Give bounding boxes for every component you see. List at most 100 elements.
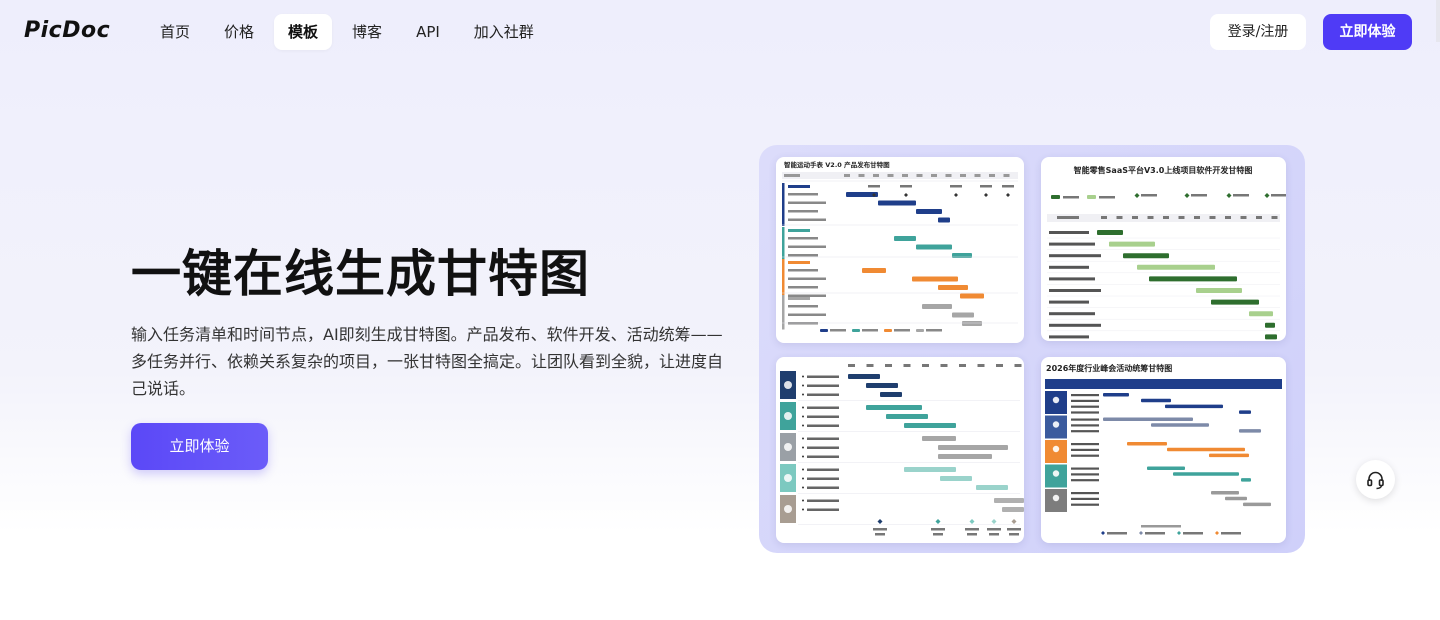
text-placeholder <box>989 533 999 536</box>
template-card-title: 智能运动手表 V2.0 产品发布甘特图 <box>784 160 890 169</box>
gantt-bar <box>938 217 950 223</box>
gantt-bar <box>894 236 916 241</box>
login-button[interactable]: 登录/注册 <box>1210 14 1306 50</box>
bullet <box>802 446 804 449</box>
text-placeholder <box>1141 525 1181 528</box>
gantt-bar <box>1239 410 1251 414</box>
text-placeholder <box>1209 216 1216 219</box>
gantt-bar <box>916 209 942 214</box>
bullet <box>802 437 804 440</box>
text-placeholder <box>996 364 1003 367</box>
text-placeholder <box>1141 194 1157 197</box>
template-card-saas-launch[interactable]: 智能零售SaaS平台V3.0上线项目软件开发甘特图 <box>1041 157 1286 341</box>
gantt-bar <box>1265 322 1275 328</box>
template-card-product-launch[interactable]: 智能运动手表 V2.0 产品发布甘特图 <box>776 157 1024 343</box>
text-placeholder <box>922 364 929 367</box>
text-placeholder <box>788 237 818 240</box>
text-placeholder <box>1049 300 1089 304</box>
text-placeholder <box>862 329 878 332</box>
text-placeholder <box>788 305 818 308</box>
bullet <box>802 384 804 387</box>
milestone-diamond <box>969 519 975 524</box>
text-placeholder <box>1116 216 1123 219</box>
text-placeholder <box>1071 405 1099 408</box>
nav-link-templates[interactable]: 模板 <box>274 14 333 50</box>
text-placeholder <box>844 174 850 177</box>
nav-link-home[interactable]: 首页 <box>146 14 204 50</box>
text-placeholder <box>807 384 839 387</box>
milestone-diamond <box>877 519 883 524</box>
text-placeholder <box>902 174 908 177</box>
text-placeholder <box>788 277 826 280</box>
customer-support-button[interactable] <box>1356 460 1395 499</box>
group-icon <box>784 443 792 451</box>
gantt-bar <box>1167 447 1245 452</box>
text-placeholder <box>1071 492 1099 495</box>
text-placeholder <box>1099 196 1115 199</box>
gantt-bar <box>1147 466 1185 470</box>
text-placeholder <box>788 294 826 297</box>
gantt-bar <box>862 268 886 273</box>
gantt-bar <box>1151 423 1209 427</box>
text-placeholder <box>1071 394 1099 397</box>
bullet <box>802 486 804 489</box>
template-card-multitask[interactable] <box>776 357 1024 543</box>
nav-link-pricing[interactable]: 价格 <box>210 14 268 50</box>
gantt-bar <box>1211 299 1259 305</box>
text-placeholder <box>989 174 995 177</box>
text-placeholder <box>873 174 879 177</box>
text-placeholder <box>1221 532 1241 535</box>
gantt-bar <box>852 329 860 332</box>
text-placeholder <box>931 528 945 531</box>
text-placeholder <box>1225 216 1231 219</box>
gantt-bar <box>1002 507 1024 512</box>
text-placeholder <box>1049 277 1095 281</box>
milestone-diamond <box>991 519 997 524</box>
gantt-bar <box>1243 502 1271 507</box>
gantt-bar <box>1127 442 1167 446</box>
scrollbar-thumb[interactable] <box>1436 0 1440 42</box>
gantt-bar <box>1265 334 1277 340</box>
nav-link-blog[interactable]: 博客 <box>338 14 396 50</box>
gantt-bar <box>1211 491 1239 495</box>
group-marker <box>782 183 785 226</box>
template-card-summit[interactable]: 2026年度行业峰会活动统筹甘特图 <box>1041 357 1286 543</box>
text-placeholder <box>830 329 846 332</box>
gantt-bar <box>1141 398 1171 403</box>
text-placeholder <box>788 297 810 300</box>
text-placeholder <box>868 185 880 188</box>
text-placeholder <box>807 406 839 409</box>
logo[interactable]: PicDoc <box>24 18 110 43</box>
gantt-bar <box>938 454 992 459</box>
gantt-bar <box>1173 472 1239 476</box>
gantt-bar <box>994 498 1024 503</box>
hero-try-now-button[interactable]: 立即体验 <box>131 423 268 470</box>
gantt-bar <box>1123 253 1169 259</box>
text-placeholder <box>1049 335 1089 339</box>
text-placeholder <box>1002 185 1014 188</box>
try-now-button-top[interactable]: 立即体验 <box>1323 14 1412 50</box>
gantt-preview-product-launch: 智能运动手表 V2.0 产品发布甘特图 <box>782 160 1018 332</box>
gantt-bar <box>820 329 828 332</box>
text-placeholder <box>1063 196 1079 199</box>
text-placeholder <box>1049 242 1095 246</box>
text-placeholder <box>788 201 826 204</box>
gantt-bar <box>916 329 924 332</box>
nav-link-community[interactable]: 加入社群 <box>460 14 548 50</box>
gantt-bar <box>866 405 922 410</box>
gantt-bar <box>1087 195 1096 199</box>
text-placeholder <box>1071 497 1099 500</box>
bullet <box>802 477 804 480</box>
text-placeholder <box>1071 418 1099 421</box>
text-placeholder <box>788 261 810 264</box>
text-placeholder <box>807 508 839 511</box>
text-placeholder <box>1163 216 1169 219</box>
bullet <box>802 499 804 502</box>
text-placeholder <box>1057 216 1079 219</box>
gantt-bar <box>938 285 968 290</box>
text-placeholder <box>1071 503 1099 506</box>
text-placeholder <box>1009 533 1019 536</box>
nav-link-api[interactable]: API <box>402 14 454 50</box>
text-placeholder <box>965 528 979 531</box>
gantt-preview-saas-launch: 智能零售SaaS平台V3.0上线项目软件开发甘特图 <box>1047 165 1286 340</box>
